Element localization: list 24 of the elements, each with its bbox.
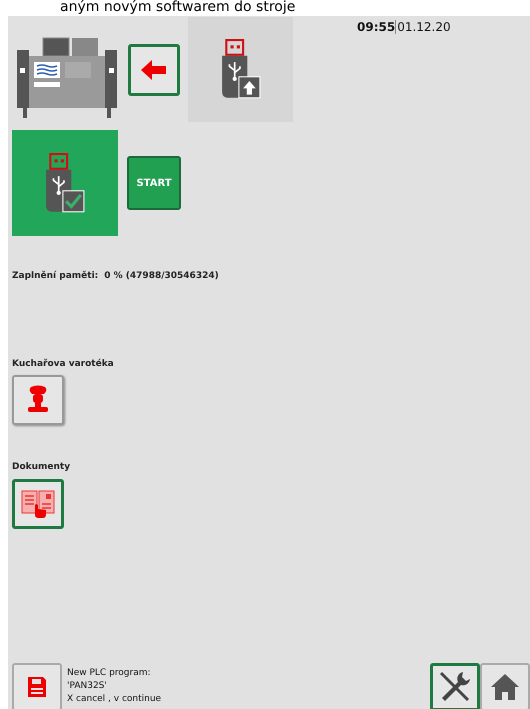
- usb-upload-icon: [220, 39, 262, 100]
- clock-time: 09:55: [357, 20, 396, 34]
- usb-ready-tile[interactable]: [12, 130, 118, 236]
- start-button[interactable]: START: [127, 156, 181, 210]
- chef-icon: [26, 385, 50, 415]
- memory-value: 0 % (47988/30546324): [104, 270, 219, 283]
- home-icon: [490, 673, 520, 701]
- tools-icon: [438, 670, 472, 704]
- memory-label: Zaplnění paměti:: [12, 270, 98, 283]
- document-icon: [21, 488, 55, 518]
- nav-button[interactable]: [480, 663, 530, 709]
- left-arrow-icon: [141, 60, 167, 80]
- section-button[interactable]: [12, 375, 64, 425]
- nav-button[interactable]: [430, 663, 480, 709]
- save-button[interactable]: [12, 663, 62, 709]
- status-message: New PLC program: 'PAN32S' X cancel , v continue: [67, 667, 162, 706]
- section-title: Kuchařova varotéka: [12, 358, 115, 370]
- clock-date: 01.12.20: [395, 20, 451, 34]
- section-button[interactable]: [12, 478, 64, 528]
- usb-upload-tile[interactable]: [188, 17, 293, 122]
- section-title: Dokumenty: [12, 461, 72, 474]
- back-button[interactable]: [128, 44, 180, 96]
- banner-text: aným novým softwarem do stroje: [59, 0, 296, 16]
- usb-check-icon: [44, 152, 86, 214]
